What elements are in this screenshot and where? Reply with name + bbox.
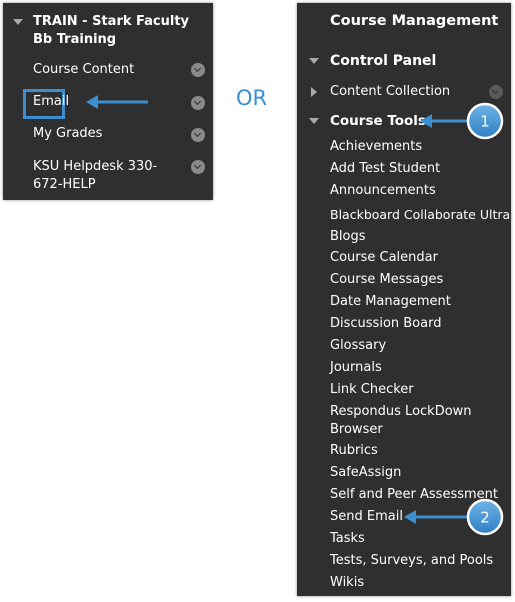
course-tools-pointer-arrow [420,114,468,128]
send-email-pointer-arrow [404,510,468,524]
step-badge-1: 1 [466,102,504,140]
step-badge-2: 2 [466,498,504,536]
email-pointer-arrow [86,95,148,109]
step-badge-1-label: 1 [480,113,490,131]
annotation-overlay: 1 2 [86,95,504,536]
step-badge-2-label: 2 [480,509,490,527]
